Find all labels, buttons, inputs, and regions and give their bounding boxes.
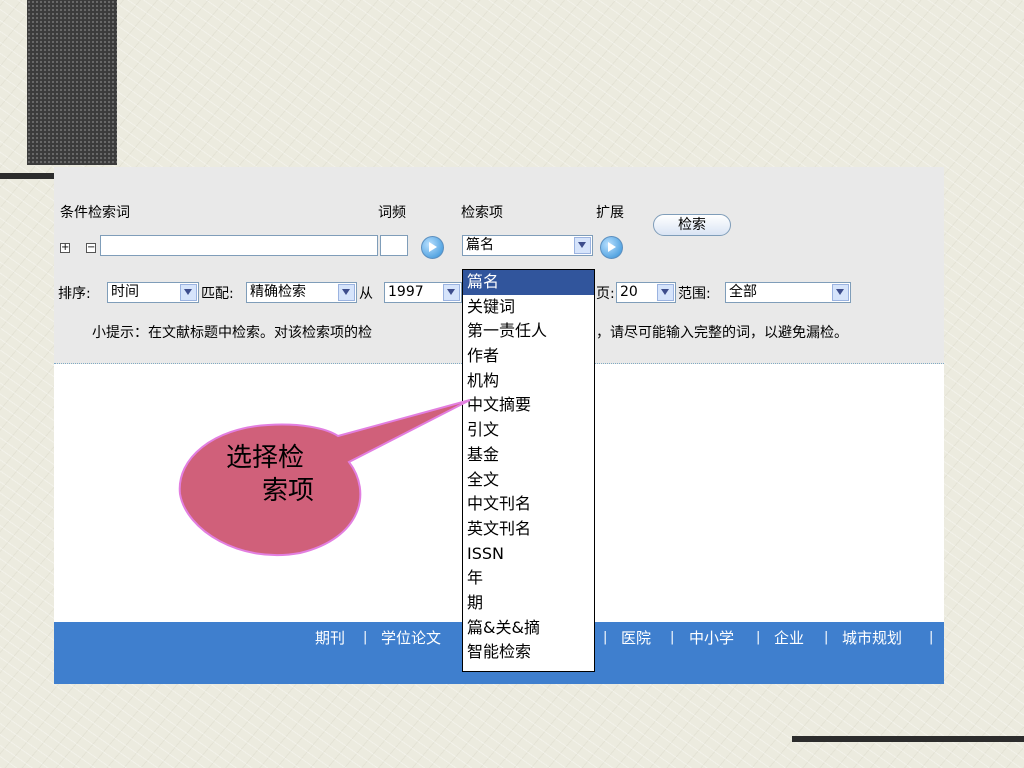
callout-line-2: 索项 [262,476,315,506]
callout-text: 选择检 索项 [214,442,324,508]
callout-balloon [178,399,471,557]
callout-line-1: 选择检 [226,443,305,473]
